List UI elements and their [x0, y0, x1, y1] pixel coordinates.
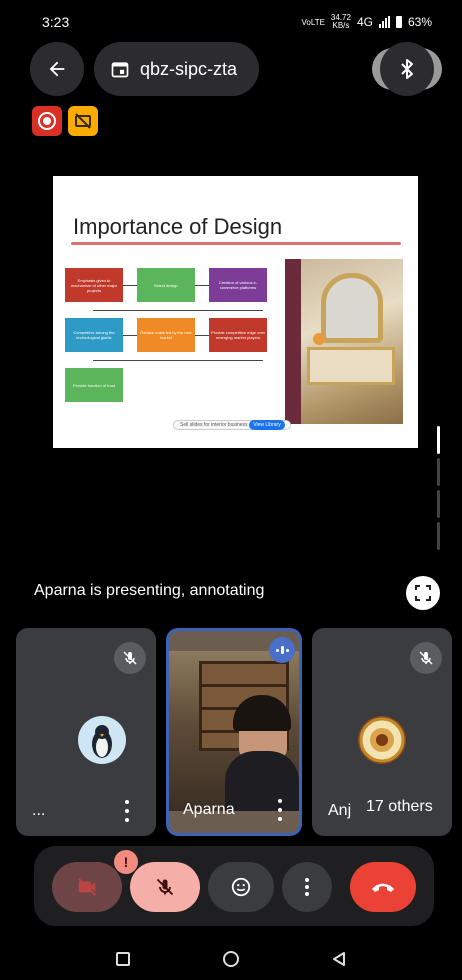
calendar-icon: [111, 62, 129, 78]
penguin-avatar-icon: [92, 725, 112, 758]
participant-name: Anj: [328, 802, 352, 819]
more-options-button[interactable]: [282, 862, 332, 912]
emoji-icon: [231, 877, 251, 897]
others-count-badge[interactable]: 17 others: [356, 790, 443, 824]
hang-up-icon: [372, 883, 394, 892]
more-options-button[interactable]: [275, 799, 285, 821]
alert-icon: !: [114, 850, 138, 874]
volte-label: VoLTE: [301, 17, 325, 27]
record-icon: [38, 112, 56, 130]
flow-arrow: [93, 310, 263, 311]
slide-title-underline: [71, 242, 401, 245]
status-bar: 3:23 VoLTE 34.72 KB/s 4G 63%: [0, 0, 462, 44]
battery-icon: [395, 16, 402, 28]
slide-footer-button: View Library: [249, 420, 285, 430]
signal-icon: [378, 16, 390, 28]
scroll-indicator: [437, 522, 440, 550]
mic-off-icon: [419, 651, 433, 665]
emblem-avatar-icon: [359, 717, 405, 763]
fullscreen-button[interactable]: [406, 576, 440, 610]
status-time: 3:23: [42, 14, 70, 30]
captions-off-icon: [75, 113, 91, 129]
net-speed: 34.72 KB/s: [331, 14, 351, 30]
reactions-button[interactable]: [208, 862, 274, 912]
fullscreen-icon: [415, 585, 431, 601]
back-button[interactable]: [30, 42, 84, 96]
participant-name: ...: [32, 802, 46, 819]
speaking-indicator: [269, 637, 295, 663]
more-options-button[interactable]: [122, 800, 132, 822]
mic-off-icon: [123, 651, 137, 665]
flow-box: Emphasis given to mechanism of other maj…: [65, 268, 123, 302]
call-controls: !: [34, 846, 434, 926]
scroll-indicator-active: [437, 426, 440, 454]
video-feed: [169, 651, 299, 811]
scroll-indicator: [437, 490, 440, 518]
home-icon[interactable]: [222, 950, 240, 968]
participant-tile-active[interactable]: Aparna: [166, 628, 302, 836]
recording-indicators: [32, 106, 98, 136]
meeting-code-chip[interactable]: qbz-sipc-zta: [94, 42, 260, 96]
bluetooth-audio-button[interactable]: [380, 42, 434, 96]
bluetooth-icon: [401, 59, 413, 79]
battery-level: 63%: [407, 15, 432, 29]
flow-box: Creation of various e-commerce platforms: [209, 268, 267, 302]
camera-toggle-button[interactable]: !: [52, 850, 138, 912]
captions-off-badge[interactable]: [68, 106, 98, 136]
presenting-status: Aparna is presenting, annotating: [34, 582, 265, 599]
meeting-code: qbz-sipc-zta: [140, 58, 238, 79]
net-speed-unit: KB/s: [332, 21, 350, 30]
signal-label: 4G: [356, 15, 373, 29]
status-icons: VoLTE 34.72 KB/s 4G 63%: [302, 14, 433, 30]
slide-title: Importance of Design: [73, 214, 283, 239]
mic-off-icon: [156, 878, 174, 896]
flow-box: Reduce costs led by the new market: [137, 318, 195, 352]
vanity-photo: [285, 259, 403, 424]
flow-box: Competitive among the technological gian…: [65, 318, 123, 352]
top-app-bar: qbz-sipc-zta: [0, 40, 462, 96]
system-nav-bar: [0, 938, 462, 980]
back-icon[interactable]: [331, 951, 347, 967]
flow-box: Provide function of trust: [65, 368, 123, 402]
flow-arrow: [123, 285, 137, 286]
more-vert-icon: [305, 878, 309, 896]
avatar: [358, 716, 406, 764]
recording-badge[interactable]: [32, 106, 62, 136]
flow-arrow: [123, 335, 137, 336]
mic-toggle-button[interactable]: [130, 862, 200, 912]
flow-box: Brand design: [137, 268, 195, 302]
mic-off-badge: [410, 642, 442, 674]
presentation-slide: Importance of Design Emphasis given to m…: [53, 176, 418, 448]
recents-icon[interactable]: [115, 951, 131, 967]
avatar: [78, 716, 126, 764]
scroll-indicator: [437, 458, 440, 486]
participant-tile[interactable]: ...: [16, 628, 156, 836]
flow-arrow: [195, 335, 209, 336]
mic-off-badge: [114, 642, 146, 674]
camera-off-icon: [78, 878, 96, 896]
slide-footer-text: Sell slides for interior business: [180, 422, 248, 428]
end-call-button[interactable]: [350, 862, 416, 912]
flow-arrow: [93, 360, 263, 361]
participant-name: Aparna: [183, 801, 235, 818]
flow-arrow: [195, 285, 209, 286]
arrow-left-icon: [49, 61, 65, 77]
flow-box: Provide competitive edge over emerging m…: [209, 318, 267, 352]
